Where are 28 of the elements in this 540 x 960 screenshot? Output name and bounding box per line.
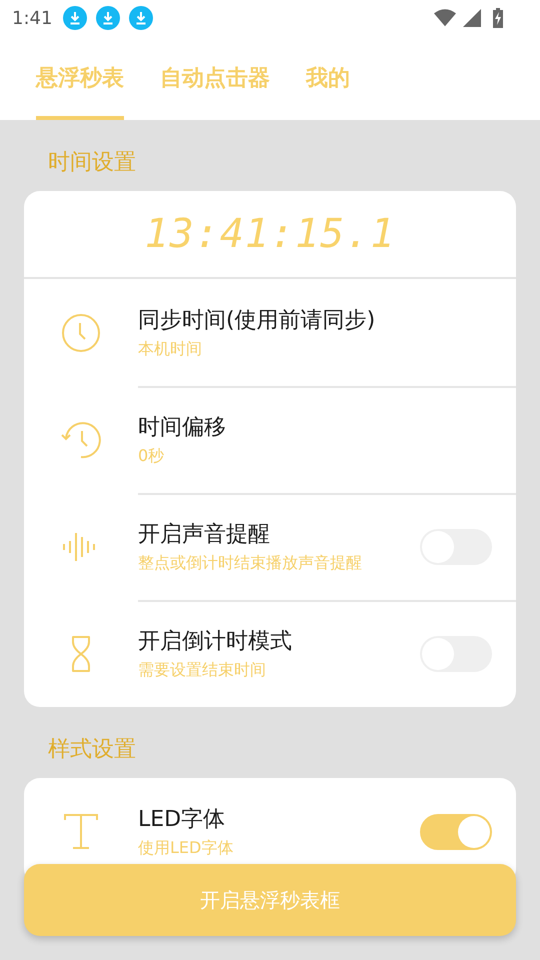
setting-subtitle: 0秒 <box>138 444 166 466</box>
setting-subtitle: 需要设置结束时间 <box>138 658 267 680</box>
tab[interactable]: 我的 <box>306 36 350 120</box>
wifi-icon <box>434 8 456 28</box>
setting-subtitle: 整点或倒计时结束播放声音提醒 <box>138 552 363 574</box>
section-title: 时间设置 <box>47 149 137 177</box>
setting-title: LED字体 <box>138 806 226 834</box>
signal-icon <box>461 8 483 28</box>
tab[interactable]: 悬浮秒表 <box>36 36 124 120</box>
clock-icon <box>61 312 101 352</box>
section-title: 样式设置 <box>47 736 137 764</box>
setting-subtitle: 使用LED字体 <box>138 836 234 858</box>
battery-icon <box>492 8 504 28</box>
led-clock: 13:41:15.1 <box>144 211 396 257</box>
history-icon <box>61 420 101 460</box>
status-time: 1:41 <box>12 8 52 28</box>
setting-title: 开启倒计时模式 <box>138 628 293 656</box>
toggle-switch[interactable] <box>420 814 492 850</box>
download-icon <box>63 6 88 30</box>
setting-title: 时间偏移 <box>138 414 227 442</box>
tab[interactable]: 自动点击器 <box>160 36 270 120</box>
setting-title: 开启声音提醒 <box>138 520 271 548</box>
open-float-button[interactable]: 开启悬浮秒表框 <box>24 864 516 936</box>
text-icon <box>61 812 101 852</box>
setting-subtitle: 本机时间 <box>138 338 203 360</box>
download-icon <box>129 6 154 30</box>
setting-title: 同步时间(使用前请同步) <box>138 306 376 334</box>
download-icon <box>96 6 120 30</box>
